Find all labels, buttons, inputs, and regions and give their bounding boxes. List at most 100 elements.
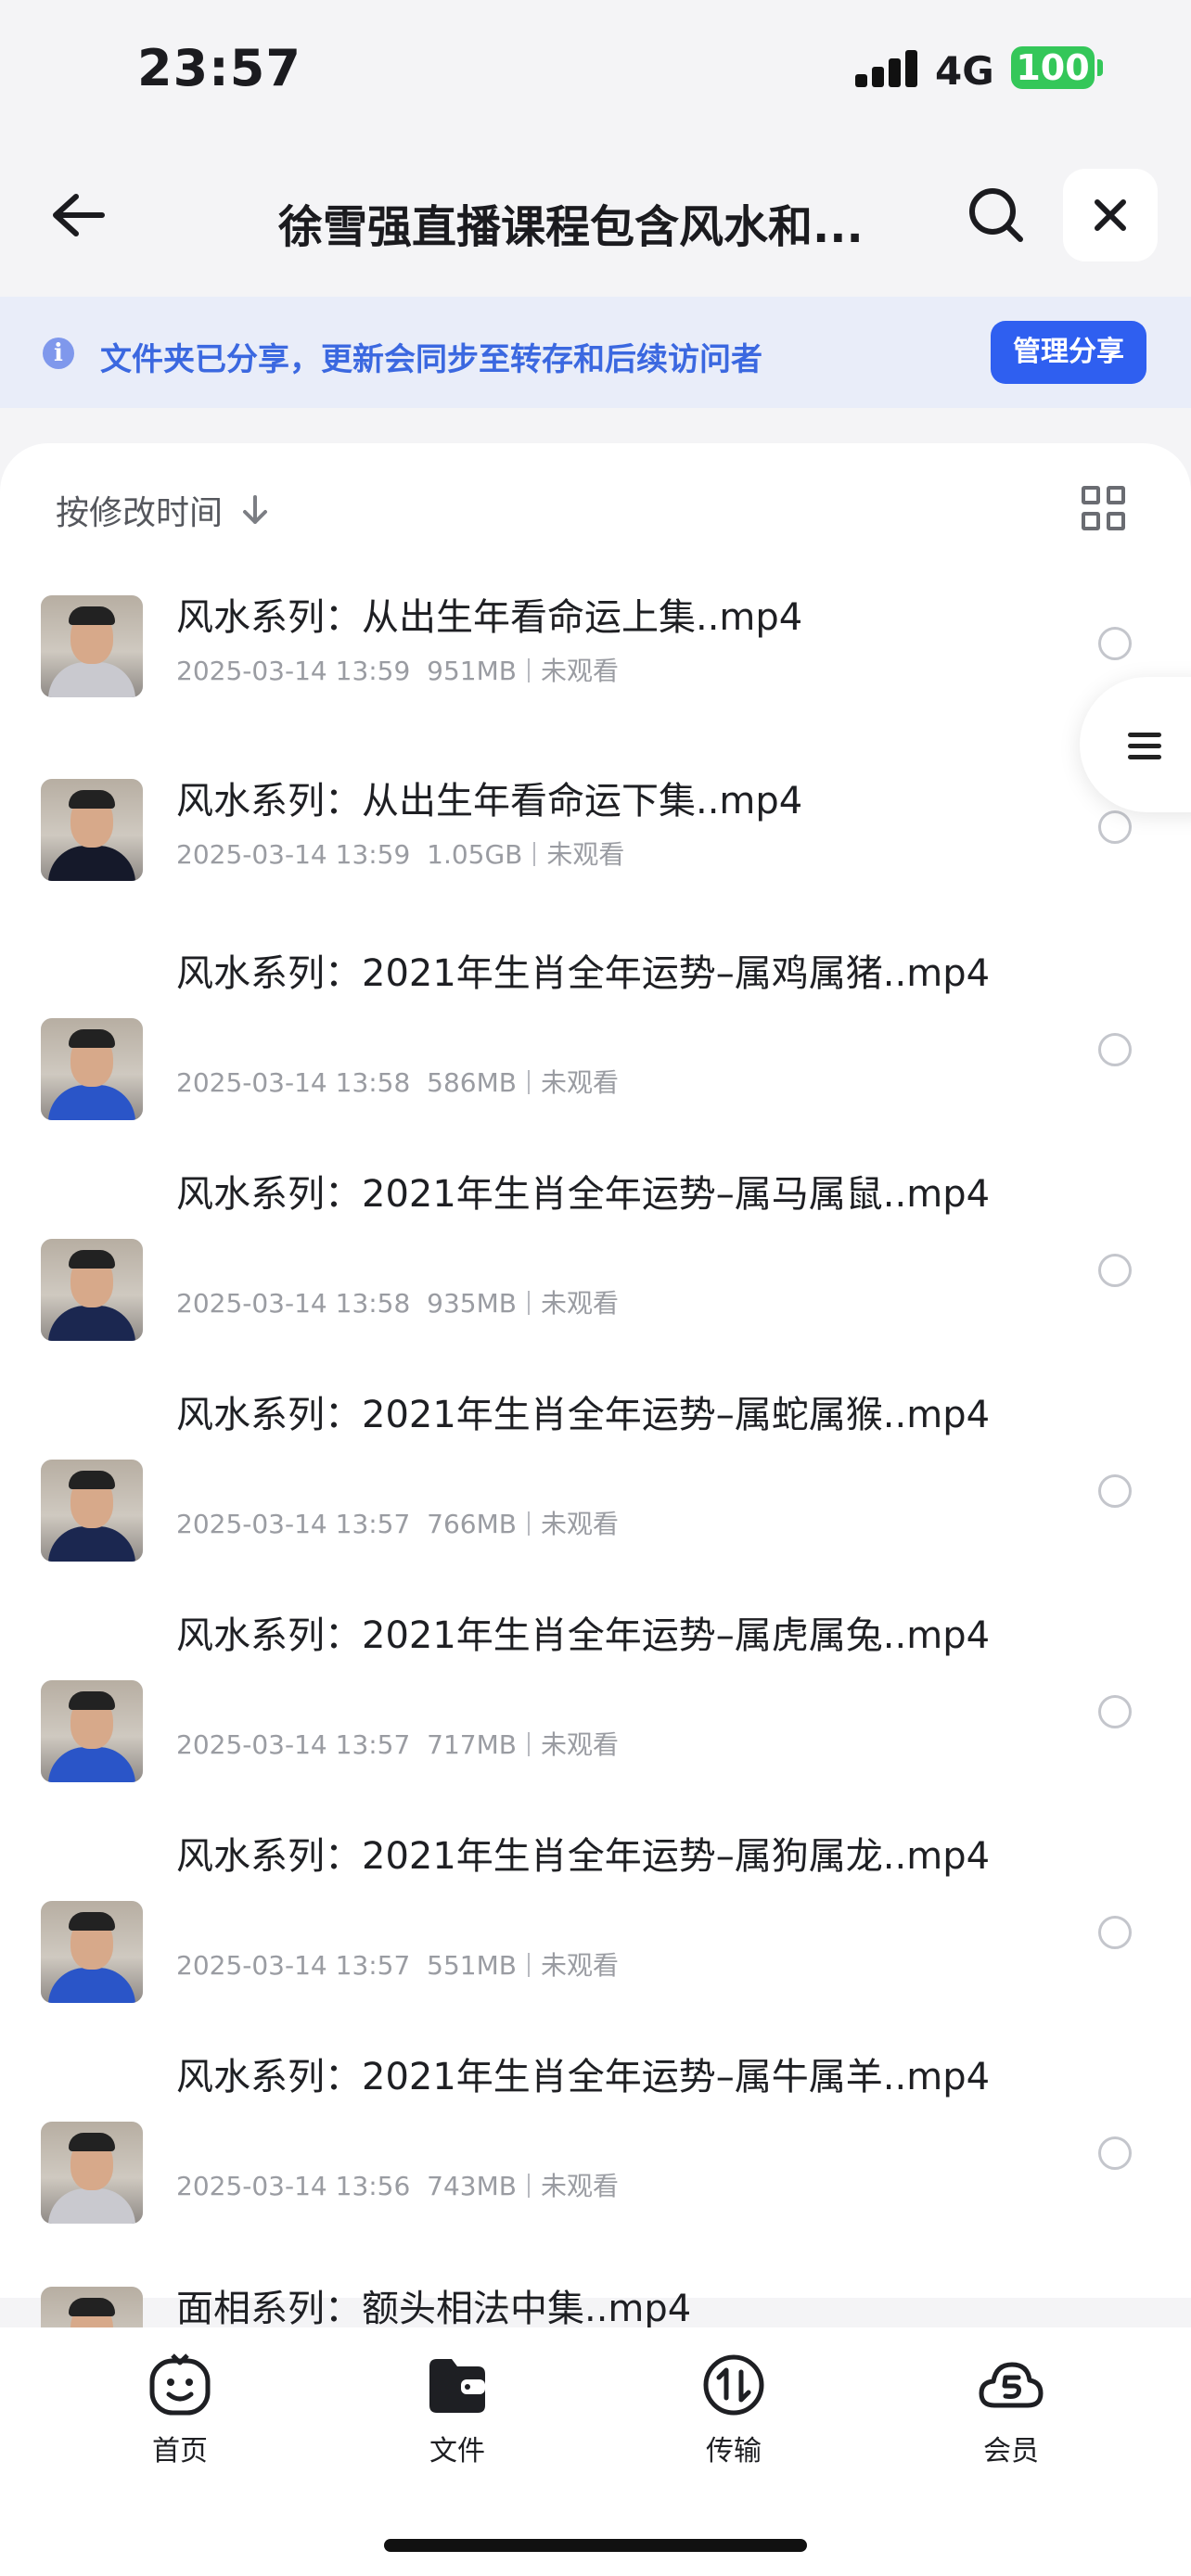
- select-checkbox[interactable]: [1098, 1033, 1132, 1066]
- tab-label: 文件: [429, 2435, 485, 2468]
- watch-status: 未观看: [540, 1950, 619, 1981]
- tab-bar: 首页 文件 传输 会员: [0, 2327, 1191, 2576]
- folder-icon: [429, 2359, 485, 2413]
- tab-transfer[interactable]: 传输: [650, 2352, 817, 2468]
- info-icon: i: [43, 338, 74, 369]
- search-icon: [969, 188, 1023, 242]
- manage-share-button[interactable]: 管理分享: [991, 321, 1146, 384]
- network-type: 4G: [935, 48, 994, 94]
- file-size: 551MB: [427, 1950, 517, 1981]
- video-thumbnail: [41, 1901, 143, 2003]
- select-checkbox[interactable]: [1098, 810, 1132, 844]
- file-meta: 2025-03-14 13:57 766MB 未观看: [176, 1504, 619, 1541]
- signal-icon: [855, 50, 918, 87]
- banner-text: 文件夹已分享，更新会同步至转存和后续访问者: [100, 341, 762, 378]
- file-date: 2025-03-14 13:59: [176, 839, 411, 870]
- file-meta: 2025-03-14 13:57 717MB 未观看: [176, 1725, 619, 1762]
- file-meta: 2025-03-14 13:58 935MB 未观看: [176, 1283, 619, 1320]
- file-size: 743MB: [427, 2171, 517, 2201]
- back-button[interactable]: [41, 178, 115, 252]
- watch-status: 未观看: [540, 1509, 619, 1539]
- file-date: 2025-03-14 13:56: [176, 2171, 411, 2201]
- watch-status: 未观看: [540, 656, 619, 686]
- file-size: 766MB: [427, 1509, 517, 1539]
- file-name: 风水系列：从出生年看命运下集..mp4: [176, 780, 803, 823]
- file-date: 2025-03-14 13:57: [176, 1509, 411, 1539]
- file-row[interactable]: 风水系列：从出生年看命运下集..mp4 2025-03-14 13:59 1.05…: [0, 757, 1191, 940]
- back-arrow-icon: [53, 194, 105, 236]
- video-thumbnail: [41, 1460, 143, 1562]
- sort-control[interactable]: 按修改时间: [56, 486, 269, 534]
- watch-status: 未观看: [540, 2171, 619, 2201]
- tab-label: 首页: [152, 2435, 208, 2468]
- status-bar: 23:57 4G 100: [0, 0, 1191, 139]
- file-name: 风水系列：从出生年看命运上集..mp4: [176, 596, 803, 639]
- watch-status: 未观看: [540, 1729, 619, 1760]
- tab-label: 传输: [706, 2435, 762, 2468]
- select-checkbox[interactable]: [1098, 1916, 1132, 1949]
- tab-files[interactable]: 文件: [374, 2352, 541, 2468]
- grid-view-icon[interactable]: [1082, 486, 1126, 530]
- file-row[interactable]: 风水系列：2021年生肖全年运势–属马属鼠..mp4 2025-03-14 13:…: [0, 1161, 1191, 1382]
- video-thumbnail: [41, 1239, 143, 1341]
- watch-status: 未观看: [540, 1067, 619, 1098]
- video-thumbnail: [41, 1680, 143, 1782]
- file-name: 风水系列：2021年生肖全年运势–属虎属兔..mp4: [176, 1614, 991, 1657]
- file-date: 2025-03-14 13:59: [176, 656, 411, 686]
- file-row[interactable]: 风水系列：2021年生肖全年运势–属鸡属猪..mp4 2025-03-14 13:…: [0, 940, 1191, 1161]
- file-size: 586MB: [427, 1067, 517, 1098]
- home-indicator: [384, 2539, 807, 2552]
- tab-label: 会员: [983, 2435, 1039, 2468]
- tab-vip[interactable]: 会员: [928, 2352, 1095, 2468]
- select-checkbox[interactable]: [1098, 2136, 1132, 2170]
- smiley-icon: [149, 2353, 211, 2416]
- file-row[interactable]: 风水系列：2021年生肖全年运势–属牛属羊..mp4 2025-03-14 13:…: [0, 2044, 1191, 2264]
- close-icon: [1095, 199, 1126, 231]
- vip-cloud-icon: [979, 2362, 1044, 2408]
- file-name: 风水系列：2021年生肖全年运势–属马属鼠..mp4: [176, 1173, 991, 1216]
- select-checkbox[interactable]: [1098, 627, 1132, 660]
- file-meta: 2025-03-14 13:59 951MB 未观看: [176, 651, 619, 688]
- file-date: 2025-03-14 13:58: [176, 1288, 411, 1319]
- file-name: 风水系列：2021年生肖全年运势–属狗属龙..mp4: [176, 1835, 991, 1878]
- file-size: 951MB: [427, 656, 517, 686]
- watch-status: 未观看: [546, 839, 625, 870]
- share-banner: i 文件夹已分享，更新会同步至转存和后续访问者 管理分享: [0, 297, 1191, 408]
- sort-label: 按修改时间: [56, 494, 224, 532]
- page-title: 徐雪强直播课程包含风水和...: [278, 201, 864, 253]
- file-date: 2025-03-14 13:57: [176, 1729, 411, 1760]
- search-button[interactable]: [959, 178, 1033, 252]
- status-time: 23:57: [137, 39, 301, 97]
- battery-icon: 100: [1011, 46, 1095, 89]
- select-checkbox[interactable]: [1098, 1254, 1132, 1287]
- file-date: 2025-03-14 13:58: [176, 1067, 411, 1098]
- watch-status: 未观看: [540, 1288, 619, 1319]
- select-checkbox[interactable]: [1098, 1695, 1132, 1728]
- file-meta: 2025-03-14 13:56 743MB 未观看: [176, 2166, 619, 2203]
- video-thumbnail: [41, 2122, 143, 2224]
- file-name: 风水系列：2021年生肖全年运势–属蛇属猴..mp4: [176, 1394, 991, 1436]
- file-list-card: 按修改时间 风水系列：从出生年看命运上集..mp4 2025-03-14 13:5…: [0, 443, 1191, 2389]
- video-thumbnail: [41, 1018, 143, 1120]
- file-meta: 2025-03-14 13:59 1.05GB 未观看: [176, 835, 624, 872]
- file-meta: 2025-03-14 13:58 586MB 未观看: [176, 1063, 619, 1100]
- file-row[interactable]: 风水系列：2021年生肖全年运势–属狗属龙..mp4 2025-03-14 13:…: [0, 1823, 1191, 2044]
- file-name: 风水系列：2021年生肖全年运势–属鸡属猪..mp4: [176, 952, 991, 995]
- video-thumbnail: [41, 595, 143, 697]
- file-size: 717MB: [427, 1729, 517, 1760]
- transfer-icon: [703, 2354, 764, 2416]
- file-row[interactable]: 风水系列：2021年生肖全年运势–属虎属兔..mp4 2025-03-14 13:…: [0, 1602, 1191, 1823]
- battery-tip: [1097, 59, 1103, 76]
- tab-home[interactable]: 首页: [96, 2352, 263, 2468]
- file-meta: 2025-03-14 13:57 551MB 未观看: [176, 1945, 619, 1983]
- file-date: 2025-03-14 13:57: [176, 1950, 411, 1981]
- close-button[interactable]: [1063, 169, 1158, 261]
- file-size: 1.05GB: [427, 839, 523, 870]
- file-row[interactable]: 风水系列：从出生年看命运上集..mp4 2025-03-14 13:59 951M…: [0, 573, 1191, 757]
- nav-bar: 徐雪强直播课程包含风水和...: [0, 139, 1191, 297]
- video-thumbnail: [41, 779, 143, 881]
- file-row[interactable]: 风水系列：2021年生肖全年运势–属蛇属猴..mp4 2025-03-14 13:…: [0, 1382, 1191, 1602]
- select-checkbox[interactable]: [1098, 1474, 1132, 1508]
- arrow-down-icon: [243, 495, 268, 524]
- file-name: 风水系列：2021年生肖全年运势–属牛属羊..mp4: [176, 2056, 991, 2098]
